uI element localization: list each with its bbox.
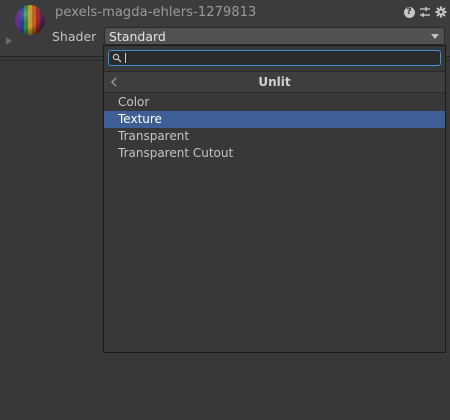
material-inspector: pexels-magda-ehlers-1279813 ? Shader Sta… bbox=[0, 0, 450, 420]
list-item[interactable]: Transparent bbox=[104, 128, 445, 145]
chevron-down-icon bbox=[431, 34, 439, 39]
list-item-selected[interactable]: Texture bbox=[104, 111, 445, 128]
shader-dropdown[interactable]: Standard bbox=[104, 27, 445, 45]
shader-item-list: Color Texture Transparent Transparent Cu… bbox=[104, 94, 445, 162]
shader-selection-popup: Unlit Color Texture Transparent Transpar… bbox=[103, 45, 446, 353]
category-header: Unlit bbox=[104, 71, 445, 93]
list-item[interactable]: Color bbox=[104, 94, 445, 111]
help-icon[interactable]: ? bbox=[403, 6, 415, 18]
category-title: Unlit bbox=[258, 75, 291, 89]
header-icons: ? bbox=[403, 6, 447, 18]
text-caret bbox=[125, 53, 126, 63]
settings-sliders-icon[interactable] bbox=[419, 6, 431, 18]
search-input[interactable] bbox=[108, 50, 441, 66]
list-item[interactable]: Transparent Cutout bbox=[104, 145, 445, 162]
material-preview-sphere-icon bbox=[15, 5, 45, 35]
shader-label: Shader bbox=[52, 29, 97, 44]
material-name: pexels-magda-ehlers-1279813 bbox=[55, 5, 257, 20]
gear-icon[interactable] bbox=[435, 6, 447, 18]
shader-dropdown-value: Standard bbox=[109, 29, 166, 44]
search-icon bbox=[112, 53, 122, 63]
foldout-arrow-icon[interactable] bbox=[6, 37, 12, 45]
